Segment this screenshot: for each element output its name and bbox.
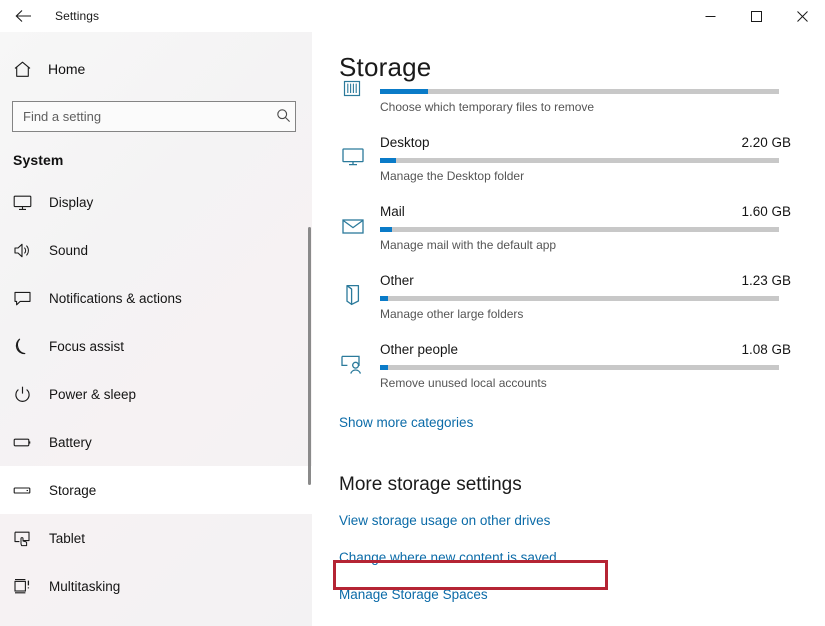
title-bar: Settings bbox=[0, 0, 825, 32]
sidebar-item-label: Sound bbox=[49, 243, 88, 258]
back-button[interactable] bbox=[0, 0, 46, 32]
speaker-icon bbox=[13, 241, 47, 260]
search-icon[interactable] bbox=[276, 108, 291, 128]
sidebar-item-storage[interactable]: Storage bbox=[0, 466, 312, 514]
category-size: 1.08 GB bbox=[741, 342, 791, 357]
sidebar-item-sound[interactable]: Sound bbox=[0, 226, 312, 274]
multitasking-icon bbox=[13, 577, 47, 596]
main-content: Storage Choose which temporary files to … bbox=[312, 32, 825, 626]
more-storage-settings-heading: More storage settings bbox=[339, 474, 825, 496]
category-subtitle: Manage mail with the default app bbox=[380, 238, 556, 252]
sidebar-item-home[interactable]: Home bbox=[0, 52, 312, 86]
sidebar-section-title: System bbox=[13, 152, 312, 168]
category-name: Mail bbox=[380, 204, 405, 219]
other-people-icon bbox=[339, 350, 367, 378]
category-progress-bar bbox=[380, 89, 779, 94]
sidebar-item-label: Multitasking bbox=[49, 579, 120, 594]
storage-category-row[interactable]: Choose which temporary files to remove bbox=[312, 75, 825, 129]
sidebar-item-label: Display bbox=[49, 195, 93, 210]
show-more-categories-link[interactable]: Show more categories bbox=[339, 415, 473, 430]
search-container bbox=[12, 101, 300, 132]
category-subtitle: Choose which temporary files to remove bbox=[380, 100, 594, 114]
battery-icon bbox=[13, 433, 47, 452]
sidebar-nav-list: Display Sound Notifications & actio bbox=[0, 178, 312, 610]
storage-category-row[interactable]: Other people 1.08 GB Remove unused local… bbox=[312, 336, 825, 405]
sidebar-item-power-sleep[interactable]: Power & sleep bbox=[0, 370, 312, 418]
category-name: Other bbox=[380, 273, 414, 288]
monitor-icon bbox=[339, 143, 367, 171]
envelope-icon bbox=[339, 212, 367, 240]
tablet-hand-icon bbox=[13, 529, 47, 548]
sidebar-item-battery[interactable]: Battery bbox=[0, 418, 312, 466]
sidebar-item-label: Focus assist bbox=[49, 339, 124, 354]
folder-other-icon bbox=[339, 281, 367, 309]
category-progress-bar bbox=[380, 365, 779, 370]
close-button[interactable] bbox=[779, 0, 825, 32]
sidebar: Home System Display bbox=[0, 32, 312, 626]
category-size: 1.60 GB bbox=[741, 204, 791, 219]
storage-category-list: Choose which temporary files to remove D… bbox=[312, 75, 825, 405]
sidebar-item-tablet[interactable]: Tablet bbox=[0, 514, 312, 562]
chat-bubble-icon bbox=[13, 289, 47, 308]
category-subtitle: Manage other large folders bbox=[380, 307, 523, 321]
sidebar-item-label: Power & sleep bbox=[49, 387, 136, 402]
temporary-files-icon bbox=[339, 76, 367, 104]
category-progress-bar bbox=[380, 227, 779, 232]
storage-category-row[interactable]: Desktop 2.20 GB Manage the Desktop folde… bbox=[312, 129, 825, 198]
home-icon bbox=[13, 60, 45, 79]
storage-bar-icon bbox=[13, 481, 47, 500]
manage-storage-spaces-link[interactable]: Manage Storage Spaces bbox=[339, 587, 825, 602]
sidebar-item-multitasking[interactable]: Multitasking bbox=[0, 562, 312, 610]
minimize-button[interactable] bbox=[687, 0, 733, 32]
category-progress-bar bbox=[380, 158, 779, 163]
sidebar-item-notifications[interactable]: Notifications & actions bbox=[0, 274, 312, 322]
maximize-button[interactable] bbox=[733, 0, 779, 32]
category-progress-bar bbox=[380, 296, 779, 301]
sidebar-item-focus-assist[interactable]: Focus assist bbox=[0, 322, 312, 370]
change-where-content-saved-link[interactable]: Change where new content is saved bbox=[339, 550, 825, 565]
sidebar-item-display[interactable]: Display bbox=[0, 178, 312, 226]
sidebar-home-label: Home bbox=[48, 61, 85, 77]
sidebar-item-label: Battery bbox=[49, 435, 92, 450]
view-storage-usage-link[interactable]: View storage usage on other drives bbox=[339, 513, 825, 528]
category-subtitle: Manage the Desktop folder bbox=[380, 169, 524, 183]
category-name: Other people bbox=[380, 342, 458, 357]
back-arrow-icon bbox=[15, 9, 32, 23]
power-icon bbox=[13, 385, 47, 404]
sidebar-item-label: Notifications & actions bbox=[49, 291, 182, 306]
category-subtitle: Remove unused local accounts bbox=[380, 376, 547, 390]
app-title: Settings bbox=[55, 9, 99, 23]
settings-window: Settings Home bbox=[0, 0, 825, 626]
category-size: 2.20 GB bbox=[741, 135, 791, 150]
sidebar-item-label: Storage bbox=[49, 483, 96, 498]
storage-category-row[interactable]: Mail 1.60 GB Manage mail with the defaul… bbox=[312, 198, 825, 267]
sidebar-item-label: Tablet bbox=[49, 531, 85, 546]
sidebar-scrollbar[interactable] bbox=[308, 227, 311, 485]
category-size: 1.23 GB bbox=[741, 273, 791, 288]
category-name: Desktop bbox=[380, 135, 430, 150]
moon-icon bbox=[13, 337, 47, 356]
storage-category-row[interactable]: Other 1.23 GB Manage other large folders bbox=[312, 267, 825, 336]
search-input[interactable] bbox=[12, 101, 296, 132]
window-controls bbox=[687, 0, 825, 32]
monitor-icon bbox=[13, 193, 47, 212]
more-storage-settings-links: View storage usage on other drives Chang… bbox=[312, 513, 825, 602]
